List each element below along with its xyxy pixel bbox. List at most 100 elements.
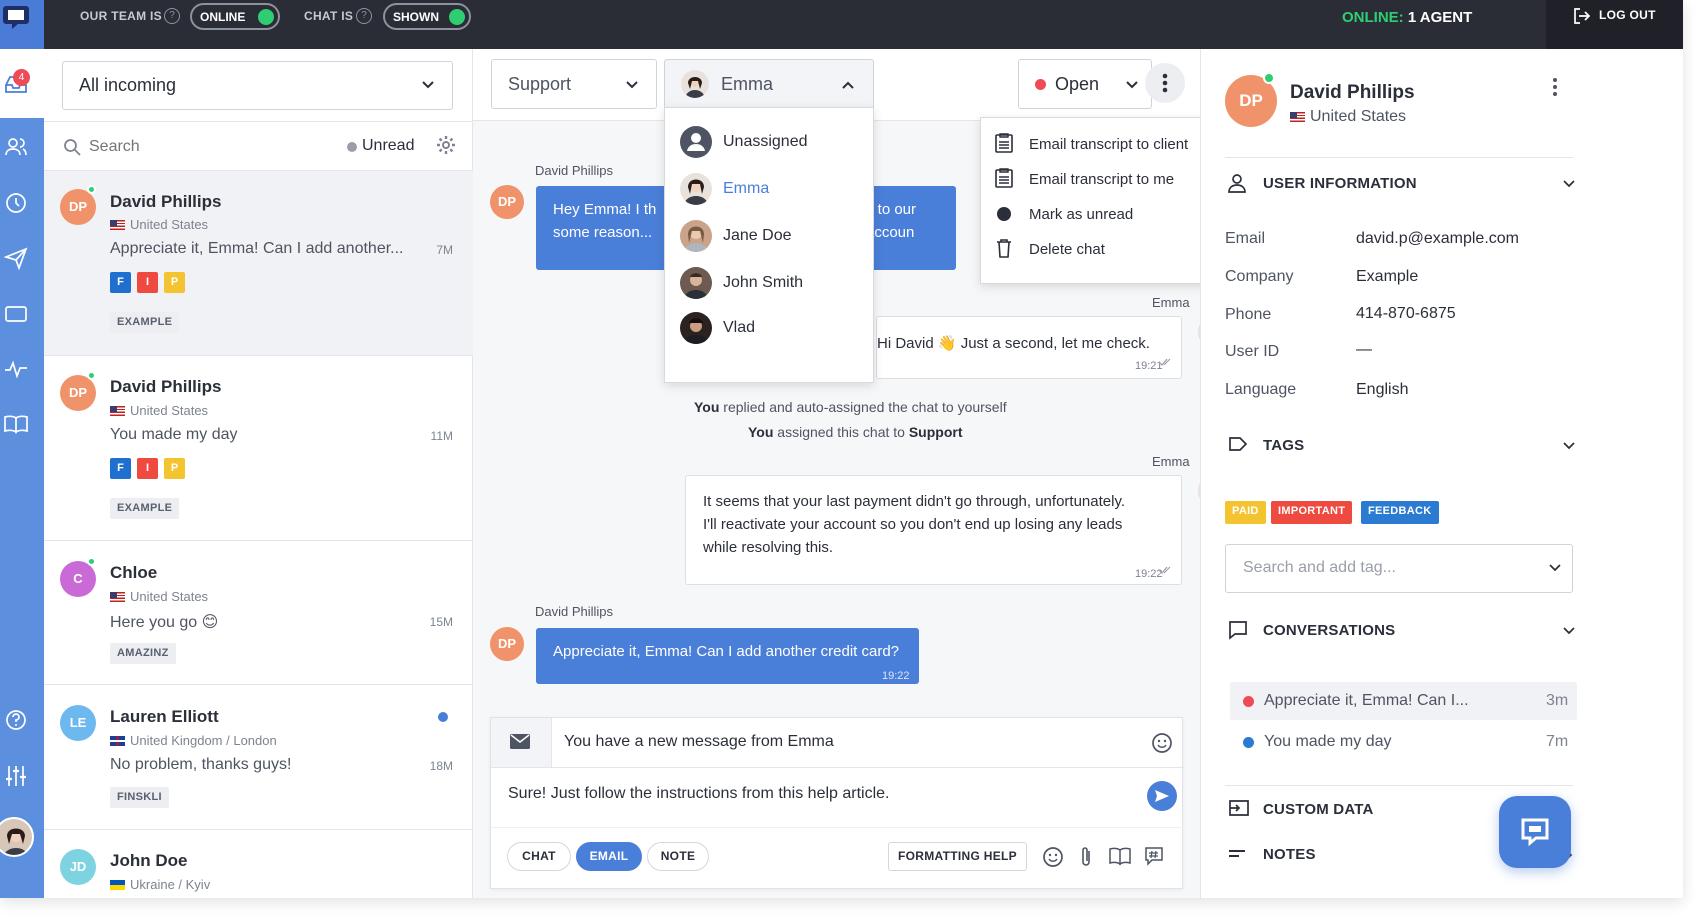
tag-paid[interactable]: PAID [1225, 501, 1266, 524]
canned-response-icon[interactable] [1144, 846, 1164, 866]
chat-time: 7M [436, 243, 453, 257]
chat-search-input[interactable] [89, 134, 289, 160]
message-text: Appreciate it, Emma! Can I add another c… [553, 643, 900, 660]
formatting-help-button[interactable]: FORMATTING HELP [888, 842, 1027, 871]
app-logo[interactable] [0, 0, 44, 49]
chat-bubble-icon [1229, 621, 1247, 640]
team-icon[interactable] [3, 134, 29, 160]
tag-search-select[interactable]: Search and add tag... [1225, 544, 1573, 593]
team-toggle-label: ONLINE [200, 10, 246, 24]
send-icon[interactable] [3, 245, 29, 271]
menu-delete-chat[interactable]: Delete chat ? [995, 235, 1233, 265]
chat-list-item[interactable]: DP David Phillips United States You made… [44, 356, 473, 541]
chevron-down-icon [1563, 180, 1575, 188]
avatar: DP [60, 189, 96, 225]
user-info-section-header[interactable]: USER INFORMATION [1201, 167, 1601, 207]
attachment-icon[interactable] [1078, 845, 1094, 869]
emoji-icon[interactable] [1042, 846, 1064, 868]
double-check-icon [1158, 566, 1171, 574]
settings-sliders-icon[interactable] [3, 763, 29, 789]
chat-location: United States [110, 589, 208, 604]
chat-list-item[interactable]: LE Lauren Elliott United Kingdom / Londo… [44, 685, 473, 830]
inbox-filter-label: All incoming [79, 75, 177, 95]
chevron-down-icon [1563, 627, 1575, 635]
widget-icon[interactable] [3, 301, 29, 327]
history-icon[interactable] [3, 190, 29, 216]
tag-feedback[interactable]: FEEDBACK [1361, 501, 1439, 524]
activity-icon[interactable] [3, 356, 29, 382]
menu-email-transcript-client[interactable]: Email transcript to client ? [995, 130, 1233, 160]
tags-section-header[interactable]: TAGS [1201, 428, 1601, 468]
vlad-avatar [680, 312, 712, 344]
agent-option-john-smith[interactable]: John Smith [680, 267, 870, 299]
menu-email-transcript-me[interactable]: Email transcript to me ? [995, 165, 1233, 195]
more-options-button[interactable] [1145, 63, 1185, 103]
gear-icon[interactable] [436, 135, 456, 155]
tag-square: I [137, 458, 158, 479]
chat-list-item[interactable]: DP David Phillips United States Apprecia… [44, 171, 473, 356]
conversations-section-header[interactable]: CONVERSATIONS [1201, 612, 1601, 652]
knowledge-book-icon[interactable] [3, 411, 29, 437]
menu-mark-unread[interactable]: Mark as unread ? [995, 200, 1233, 230]
status-select[interactable]: Open [1018, 59, 1152, 109]
chat-shown-toggle[interactable]: SHOWN [383, 3, 471, 30]
us-flag-icon [110, 220, 125, 230]
chat-widget-launcher[interactable] [1499, 796, 1571, 868]
online-agents-status: ONLINE: 1 AGENT [1342, 9, 1472, 26]
chevron-down-icon [1563, 442, 1575, 450]
emoji-icon[interactable] [1151, 732, 1173, 754]
conversation-item[interactable]: You made my day 7m [1230, 723, 1577, 761]
tag-important[interactable]: IMPORTANT [1271, 501, 1353, 524]
chat-list-item[interactable]: JD John Doe Ukraine / Kyiv [44, 830, 473, 898]
message-text: while resolving this. [703, 539, 834, 556]
agent-avatar[interactable] [0, 817, 34, 857]
conversation-item[interactable]: Appreciate it, Emma! Can I... 3m [1230, 682, 1577, 720]
agent-option-emma[interactable]: Emma [680, 173, 870, 205]
agent-select[interactable]: Emma [664, 59, 874, 109]
group-tag: EXAMPLE [110, 498, 180, 519]
divider [491, 767, 1184, 768]
agent-option-unassigned[interactable]: Unassigned [680, 126, 870, 158]
location-text: United States [130, 403, 209, 418]
agent-option-vlad[interactable]: Vlad [680, 312, 870, 344]
us-flag-icon [110, 406, 125, 416]
unread-dot [438, 712, 448, 722]
tag-square: P [164, 272, 185, 293]
knowledge-book-icon[interactable] [1109, 846, 1131, 866]
tag-square: P [164, 458, 185, 479]
system-target: Support [908, 424, 963, 440]
mode-chat-button[interactable]: CHAT [507, 842, 571, 871]
kebab-icon[interactable] [1552, 77, 1558, 97]
team-online-toggle[interactable]: ONLINE [190, 3, 280, 30]
inbox-filter-select[interactable]: All incoming [62, 61, 453, 110]
rail-item-inbox[interactable]: 4 [0, 49, 44, 118]
chat-help-icon[interactable]: ? [356, 8, 372, 24]
field-value-email[interactable]: david.p@example.com [1356, 230, 1519, 248]
conversation-preview: You made my day [1264, 733, 1392, 750]
chat-list-item[interactable]: C Chloe United States Here you go 😊 15M … [44, 541, 473, 685]
group-tag: EXAMPLE [110, 312, 180, 333]
section-title: TAGS [1263, 437, 1305, 454]
chat-preview: No problem, thanks guys! [110, 756, 292, 773]
department-select[interactable]: Support [491, 59, 657, 109]
team-help-icon[interactable]: ? [164, 8, 180, 24]
system-message: You replied and auto-assigned the chat t… [694, 399, 1007, 415]
composer-input[interactable]: Sure! Just follow the instructions from … [508, 785, 890, 803]
mode-note-button[interactable]: NOTE [647, 842, 709, 871]
custom-data-icon [1229, 800, 1249, 816]
chat-location: Ukraine / Kyiv [110, 877, 210, 892]
send-button[interactable] [1147, 781, 1177, 811]
help-icon[interactable] [3, 707, 29, 733]
system-message: You assigned this chat to Support [748, 424, 962, 440]
menu-label: Email transcript to me [1029, 171, 1175, 188]
message-bubble-agent: Hi David 👋 Just a second, let me check. … [876, 316, 1182, 379]
agent-option-jane-doe[interactable]: Jane Doe [680, 220, 870, 252]
unread-filter[interactable]: Unread [362, 137, 414, 155]
double-check-icon [1158, 358, 1171, 366]
chat-time: 11M [430, 429, 453, 443]
conversation-time: 3m [1546, 692, 1569, 709]
mode-email-button[interactable]: EMAIL [576, 842, 642, 871]
logout-button[interactable]: LOG OUT [1546, 0, 1683, 49]
message-sender: Emma [1152, 295, 1190, 310]
divider [491, 827, 1184, 828]
